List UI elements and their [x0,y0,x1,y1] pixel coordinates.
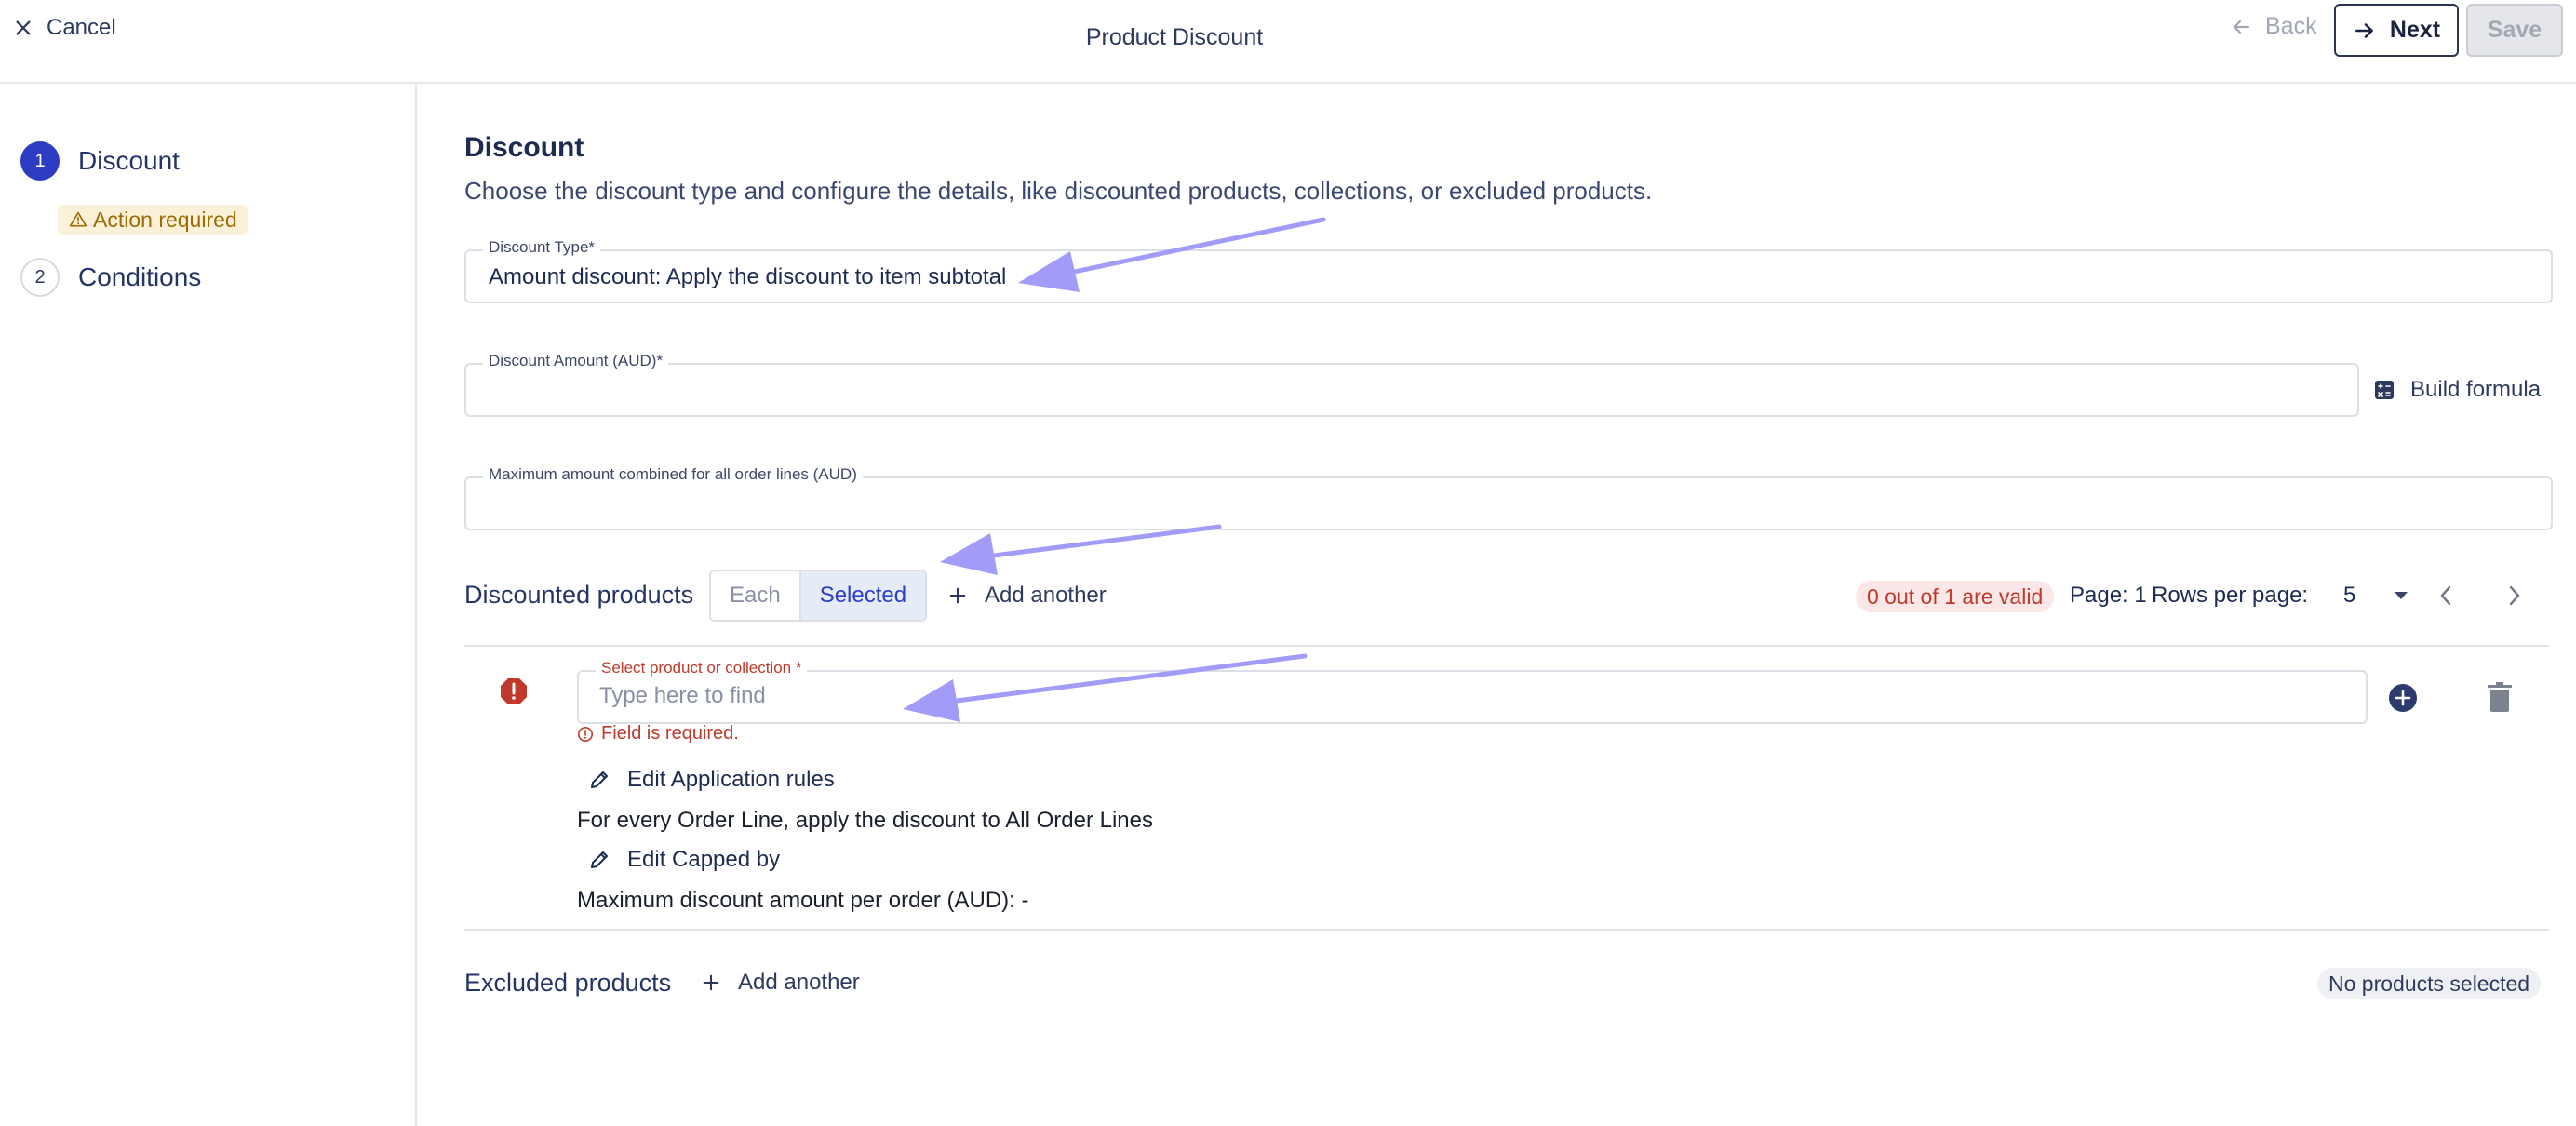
max-amount-input[interactable] [487,489,2363,516]
rows-per-page-label: Rows per page: [2152,583,2309,608]
build-formula-label: Build formula [2410,377,2542,402]
field-label: Discount Type* [483,238,601,257]
top-bar: Cancel Product Discount Back Next Save [0,0,2576,84]
page-indicator: Page: 1 [2070,583,2147,608]
edit-application-rules-label: Edit Application rules [627,767,835,792]
discount-type-select[interactable]: Discount Type* Amount discount: Apply th… [464,238,2553,303]
pencil-icon [591,851,608,868]
next-button[interactable]: Next [2334,4,2459,57]
segment-selected[interactable]: Selected [800,571,926,620]
step-number: 2 [20,258,60,297]
trash-icon[interactable] [2487,681,2513,713]
select-product-input[interactable] [599,683,2207,709]
next-label: Next [2389,17,2441,43]
chevron-left-icon[interactable] [2435,582,2457,610]
select-product-field[interactable]: Select product or collection * [577,659,2368,724]
chevron-right-icon[interactable] [2503,582,2526,610]
capped-by-text: Maximum discount amount per order (AUD):… [577,888,1029,913]
page-title: Product Discount [1085,24,1264,50]
segment-each[interactable]: Each [711,571,801,620]
divider [464,929,2549,931]
step-label: Discount [78,146,180,175]
field-label: Maximum amount combined for all order li… [483,465,863,484]
discount-amount-input[interactable] [487,376,2189,402]
arrow-right-icon [2355,22,2373,38]
chevron-down-icon[interactable] [2392,589,2410,602]
max-amount-field[interactable]: Maximum amount combined for all order li… [464,465,2553,530]
field-label: Discount Amount (AUD)* [483,352,669,370]
application-rule-text: For every Order Line, apply the discount… [577,808,1153,833]
discount-amount-field[interactable]: Discount Amount (AUD)* [464,352,2359,417]
edit-capped-by-button[interactable]: Edit Capped by [588,847,780,873]
warning-triangle-icon [69,211,87,227]
divider [464,645,2549,647]
step-label: Conditions [78,262,202,291]
pencil-icon [591,771,608,788]
save-button[interactable]: Save [2466,4,2563,57]
section-title: Discount [464,132,584,163]
error-octagon-icon [501,678,527,704]
steps-sidebar: 1 Discount Action required 2 Conditions [0,84,417,1126]
step-conditions[interactable]: 2 Conditions [20,258,201,297]
field-error: Field is required. [577,723,739,744]
field-label: Select product or collection * [596,659,808,677]
build-formula-button[interactable]: Build formula [2373,377,2541,403]
excluded-products-title: Excluded products [464,969,672,997]
step-number: 1 [20,141,60,181]
no-products-badge: No products selected [2317,968,2542,999]
info-circle-icon [577,726,594,742]
each-selected-toggle: Each Selected [709,570,928,622]
plus-circle-icon[interactable] [2388,683,2418,713]
arrow-left-icon [2233,20,2250,34]
step-discount[interactable]: 1 Discount [20,141,180,181]
action-required-label: Action required [93,207,237,232]
edit-capped-by-label: Edit Capped by [627,847,781,872]
rows-per-page-value[interactable]: 5 [2343,583,2355,609]
add-another-excluded-button[interactable]: Add another [701,970,860,996]
annotation-arrow [940,524,1222,575]
discount-type-value: Amount discount: Apply the discount to i… [489,264,1007,289]
back-button[interactable]: Back [2230,13,2317,40]
add-another-discounted-button[interactable]: Add another [947,583,1107,609]
field-error-text: Field is required. [601,723,739,744]
plus-icon [703,974,719,991]
validity-badge: 0 out of 1 are valid [1856,581,2055,612]
add-another-label: Add another [738,970,860,995]
add-another-label: Add another [985,583,1107,608]
calculator-icon [2375,381,2394,399]
edit-application-rules-button[interactable]: Edit Application rules [588,767,835,793]
plus-icon [949,587,966,604]
action-required-badge: Action required [58,205,248,235]
section-description: Choose the discount type and configure t… [464,177,1653,205]
discounted-products-title: Discounted products [464,581,694,609]
back-label: Back [2265,13,2317,39]
